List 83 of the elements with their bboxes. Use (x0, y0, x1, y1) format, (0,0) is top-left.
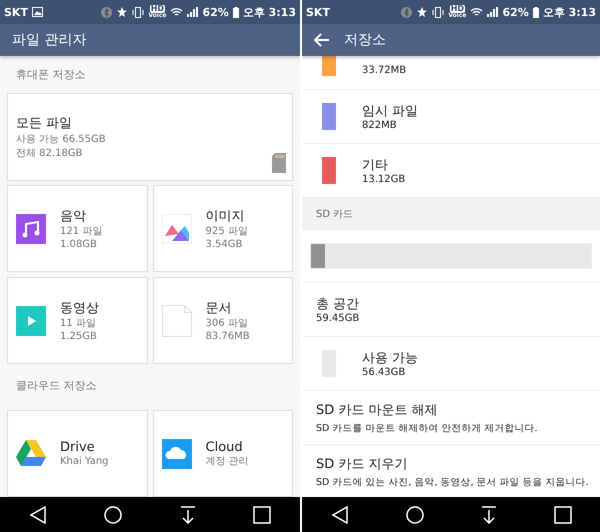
storage-row[interactable]: 임시 파일 822MB (302, 90, 600, 144)
sd-card-icon (272, 153, 286, 173)
storage-size: 33.72MB (362, 65, 406, 76)
battery-percent: 62% (202, 6, 229, 18)
download-arrow-icon[interactable] (180, 506, 196, 524)
file-count: 121 파일 (60, 224, 102, 238)
total-space: 전체 82.18GB (16, 147, 82, 160)
storage-label: 기타 (362, 157, 389, 174)
cloud-card[interactable]: Cloud 계정 관리 (152, 410, 293, 497)
bluetooth-icon (401, 6, 412, 18)
all-files-card[interactable]: 모든 파일 사용 가능 66.55GB 전체 82.18GB (7, 93, 293, 181)
mountain-image-icon (162, 214, 192, 244)
category-card[interactable]: 이미지 925 파일 3.54GB (152, 185, 293, 272)
back-arrow-icon[interactable] (314, 33, 330, 47)
file-count: 925 파일 (206, 224, 248, 238)
wifi-icon (470, 7, 484, 17)
back-icon[interactable] (330, 506, 348, 524)
available-space: 사용 가능 66.55GB (16, 133, 106, 146)
cloud-name: Drive (60, 440, 96, 454)
category-size: 1.25GB (60, 330, 98, 342)
cloud-subtitle: Khai Yang (60, 454, 109, 468)
section-header: 휴대폰 저장소 (15, 67, 86, 83)
signal-icon (187, 7, 198, 17)
download-arrow-icon[interactable] (480, 506, 496, 524)
wifi-icon (170, 7, 184, 17)
vibrate-icon (432, 6, 444, 18)
category-name: 동영상 (60, 300, 99, 316)
storage-row[interactable]: 사용 가능 56.43GB (302, 337, 600, 391)
recent-apps-icon[interactable] (554, 506, 572, 524)
category-card[interactable]: 문서 306 파일 83.76MB (152, 277, 293, 364)
music-note-icon (16, 214, 46, 244)
action-row[interactable]: SD 카드 마운트 해제 SD 카드를 마운트 해제하여 안전하게 제거합니다. (302, 391, 600, 445)
file-count: 306 파일 (206, 316, 249, 330)
cloud-card[interactable]: Drive Khai Yang (7, 410, 148, 497)
bluetooth-icon (101, 6, 112, 18)
category-name: 음악 (60, 208, 87, 224)
document-icon (162, 304, 192, 336)
carrier-name: SKT (306, 6, 330, 18)
category-size: 3.54GB (206, 238, 244, 250)
battery-icon (532, 6, 539, 18)
cloud-subtitle: 계정 관리 (206, 454, 249, 468)
home-icon[interactable] (104, 506, 122, 524)
drive-triangle-icon (16, 440, 46, 467)
storage-label: 사용 가능 (362, 350, 418, 367)
vibrate-icon (132, 6, 144, 18)
battery-percent: 62% (502, 6, 529, 18)
clock: 오후 3:13 (542, 4, 596, 20)
action-title: SD 카드 마운트 해제 (316, 402, 439, 418)
action-description: SD 카드를 마운트 해제하여 안전하게 제거합니다. (316, 422, 538, 434)
category-card[interactable]: 동영상 11 파일 1.25GB (7, 277, 148, 364)
storage-label: 임시 파일 (362, 103, 418, 120)
category-name: 이미지 (206, 208, 246, 224)
app-bar-title: 저장소 (344, 31, 386, 49)
gallery-icon (32, 7, 43, 17)
play-video-icon (16, 306, 46, 336)
category-size: 1.08GB (60, 238, 98, 250)
storage-size: 56.43GB (362, 367, 406, 378)
category-card[interactable]: 음악 121 파일 1.08GB (7, 185, 148, 272)
cloud-name: Cloud (206, 440, 244, 454)
star-icon (116, 6, 128, 18)
category-size: 83.76MB (206, 330, 250, 342)
total-space-title: 총 공간 (316, 296, 360, 313)
home-icon[interactable] (406, 506, 424, 524)
section-header: 클라우드 저장소 (15, 378, 98, 394)
category-name: 문서 (206, 300, 232, 316)
signal-icon (487, 7, 498, 17)
action-title: SD 카드 지우기 (316, 456, 409, 472)
carrier-name: SKT (4, 6, 28, 18)
app-bar-title: 파일 관리자 (12, 31, 86, 49)
recent-apps-icon[interactable] (253, 506, 272, 524)
total-space-value: 59.45GB (316, 313, 360, 324)
section-header: SD 카드 (302, 198, 600, 230)
star-icon (416, 6, 428, 18)
back-icon[interactable] (28, 506, 47, 524)
storage-size: 13.12GB (362, 174, 406, 185)
clock: 오후 3:13 (242, 4, 296, 20)
cloud-icon (162, 438, 192, 468)
card-title: 모든 파일 (16, 115, 72, 132)
battery-icon (232, 6, 239, 18)
file-count: 11 파일 (60, 316, 97, 330)
action-description: SD 카드에 있는 사진, 음악, 동영상, 문서 파일 등을 지웁니다. (316, 476, 589, 488)
storage-row[interactable]: 33.72MB (302, 56, 600, 90)
storage-size: 822MB (362, 120, 398, 131)
